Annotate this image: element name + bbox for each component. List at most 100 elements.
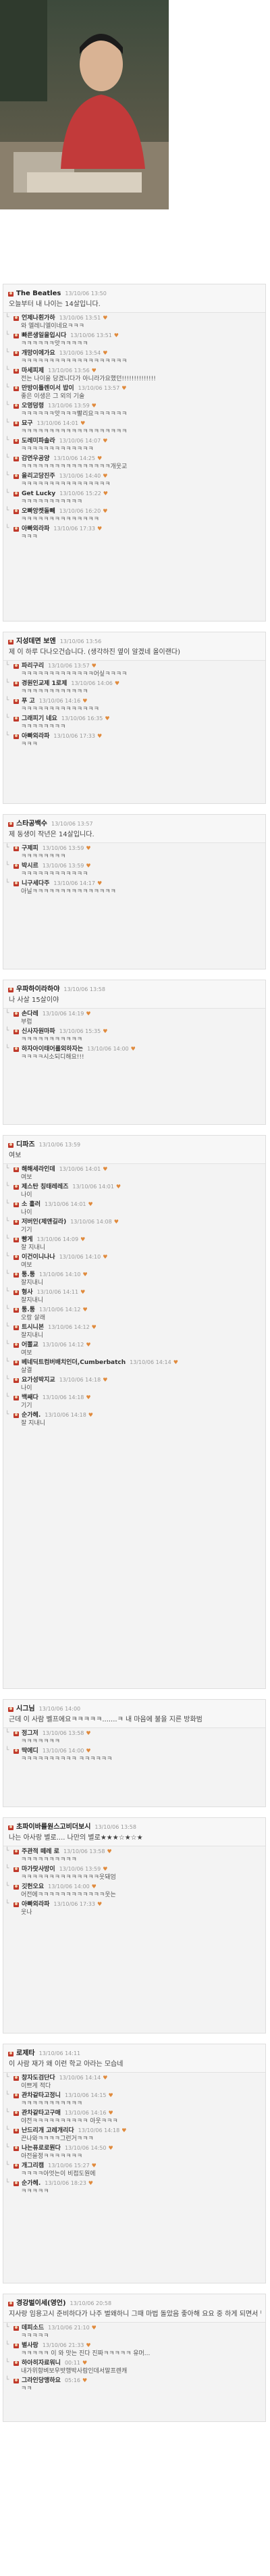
heart-icon[interactable]: ♥ (103, 350, 107, 356)
heart-icon[interactable]: ♥ (92, 368, 97, 374)
heart-icon[interactable]: ♥ (86, 863, 90, 869)
heart-icon[interactable]: ♥ (109, 2110, 113, 2116)
heart-icon[interactable]: ♥ (92, 2163, 97, 2169)
heart-icon[interactable]: ♥ (92, 2325, 97, 2331)
heart-icon[interactable]: ♥ (115, 680, 119, 686)
reply-author[interactable]: 올리고당진주 (22, 473, 55, 480)
reply-author[interactable]: 별사랑 (22, 2342, 38, 2349)
heart-icon[interactable]: ♥ (122, 385, 126, 391)
heart-icon[interactable]: ♥ (92, 1884, 97, 1890)
reply-author[interactable]: 경원인교제 1로제 (22, 680, 67, 687)
reply-author[interactable]: 구제피 (22, 845, 38, 852)
reply-author[interactable]: 트시니본 (22, 1324, 44, 1331)
heart-icon[interactable]: ♥ (97, 880, 102, 886)
heart-icon[interactable]: ♥ (105, 715, 109, 722)
heart-icon[interactable]: ♥ (88, 1201, 93, 1207)
heart-icon[interactable]: ♥ (86, 1394, 90, 1400)
comment-author[interactable]: 경강벌이세(영언) (16, 2300, 66, 2307)
reply-author[interactable]: 저버인(제앤길라) (22, 1219, 66, 1226)
heart-icon[interactable]: ♥ (97, 455, 102, 461)
heart-icon[interactable]: ♥ (86, 2342, 90, 2348)
comment-author[interactable]: 지성데면 보엔 (16, 638, 56, 645)
heart-icon[interactable]: ♥ (103, 438, 107, 444)
heart-icon[interactable]: ♥ (88, 1412, 93, 1418)
comment-author[interactable]: 시그님 (16, 1705, 35, 1713)
heart-icon[interactable]: ♥ (114, 1219, 119, 1225)
reply-author[interactable]: 요가성박지교 (22, 1377, 55, 1384)
reply-author[interactable]: 해해세라인데 (22, 1166, 55, 1173)
heart-icon[interactable]: ♥ (116, 1184, 121, 1190)
heart-icon[interactable]: ♥ (103, 473, 107, 479)
heart-icon[interactable]: ♥ (83, 1271, 88, 1278)
reply-author[interactable]: 도레미파솔라 (22, 438, 55, 445)
reply-author[interactable]: 마가랏사방이 (22, 1866, 55, 1873)
heart-icon[interactable]: ♥ (103, 1028, 107, 1034)
reply-author[interactable]: 빠른생일을입시다 (22, 332, 66, 339)
reply-author[interactable]: 딱에디 (22, 1748, 38, 1754)
heart-icon[interactable]: ♥ (86, 1342, 90, 1348)
heart-icon[interactable]: ♥ (97, 526, 102, 532)
heart-icon[interactable]: ♥ (80, 1236, 85, 1242)
heart-icon[interactable]: ♥ (97, 733, 102, 739)
heart-icon[interactable]: ♥ (82, 2377, 87, 2383)
heart-icon[interactable]: ♥ (82, 2360, 87, 2366)
reply-author[interactable]: 파리구리 (22, 663, 44, 670)
reply-author[interactable]: 백쌔다 (22, 1394, 38, 1401)
comment-author[interactable]: 우파하이라하야 (16, 986, 59, 993)
heart-icon[interactable]: ♥ (114, 332, 119, 338)
reply-author[interactable]: 이건이니나나 (22, 1254, 55, 1261)
reply-author[interactable]: 오영덩령 (22, 403, 44, 409)
reply-author[interactable]: 아빠외라파 (22, 1901, 49, 1908)
reply-author[interactable]: 창자도검단다 (22, 2075, 55, 2081)
heart-icon[interactable]: ♥ (86, 1730, 90, 1736)
reply-author[interactable]: 깃헌오요 (22, 1884, 44, 1890)
reply-author[interactable]: 아빠외라파 (22, 733, 49, 740)
reply-author[interactable]: 어뽈교 (22, 1342, 38, 1348)
reply-author[interactable]: 나는퓨로로뭔다 (22, 2145, 61, 2152)
heart-icon[interactable]: ♥ (173, 1359, 178, 1365)
heart-icon[interactable]: ♥ (103, 508, 107, 514)
heart-icon[interactable]: ♥ (92, 663, 97, 669)
heart-icon[interactable]: ♥ (86, 1011, 90, 1017)
reply-author[interactable]: Get Lucky (22, 490, 55, 497)
comment-author[interactable]: 로제타 (16, 2050, 35, 2057)
comment-author[interactable]: 초파이바를원스고비더보시 (16, 1823, 90, 1831)
reply-author[interactable]: 퉁.퉁 (22, 1307, 35, 1313)
heart-icon[interactable]: ♥ (103, 490, 108, 497)
reply-author[interactable]: 형사 (22, 1289, 33, 1296)
heart-icon[interactable]: ♥ (122, 2127, 126, 2133)
reply-author[interactable]: 아빠외라파 (22, 526, 49, 532)
heart-icon[interactable]: ♥ (80, 420, 85, 426)
reply-author[interactable]: 마세피제 (22, 368, 44, 374)
heart-icon[interactable]: ♥ (86, 1748, 90, 1754)
heart-icon[interactable]: ♥ (131, 1046, 136, 1052)
heart-icon[interactable]: ♥ (83, 1307, 88, 1313)
heart-icon[interactable]: ♥ (103, 2075, 107, 2081)
reply-author[interactable]: 난드리개 고레개리다 (22, 2127, 74, 2134)
heart-icon[interactable]: ♥ (103, 1166, 107, 1172)
reply-author[interactable]: 순가헤. (22, 1412, 40, 1419)
reply-author[interactable]: 만방이틀렌이서 밥이 (22, 385, 74, 392)
reply-author[interactable]: 박시르 (22, 863, 38, 869)
reply-author[interactable]: 감면우공양 (22, 455, 49, 462)
reply-author[interactable]: 관차같타고정니 (22, 2092, 61, 2099)
heart-icon[interactable]: ♥ (109, 2145, 113, 2151)
heart-icon[interactable]: ♥ (103, 1254, 107, 1260)
reply-author[interactable]: 제스탄 칭태레레즈 (22, 1184, 68, 1190)
reply-author[interactable]: 정그저 (22, 1730, 38, 1737)
heart-icon[interactable]: ♥ (82, 698, 87, 704)
reply-author[interactable]: 손다레 (22, 1011, 38, 1017)
reply-author[interactable]: 관차같타고구매 (22, 2110, 61, 2117)
heart-icon[interactable]: ♥ (97, 1901, 102, 1907)
heart-icon[interactable]: ♥ (86, 845, 90, 851)
reply-author[interactable]: 푸 고 (22, 698, 35, 705)
reply-author[interactable]: 개망이에가요 (22, 350, 55, 357)
reply-author[interactable]: 주관적 떼레 로 (22, 1848, 59, 1855)
reply-author[interactable]: 베네딕트컴버배치인더,Cumberbatch (22, 1359, 126, 1366)
heart-icon[interactable]: ♥ (80, 1289, 85, 1295)
reply-author[interactable]: 소 흘러 (22, 1201, 40, 1208)
heart-icon[interactable]: ♥ (103, 1377, 107, 1383)
heart-icon[interactable]: ♥ (103, 1866, 107, 1872)
reply-author[interactable]: 데피소드 (22, 2325, 44, 2331)
heart-icon[interactable]: ♥ (103, 315, 107, 321)
